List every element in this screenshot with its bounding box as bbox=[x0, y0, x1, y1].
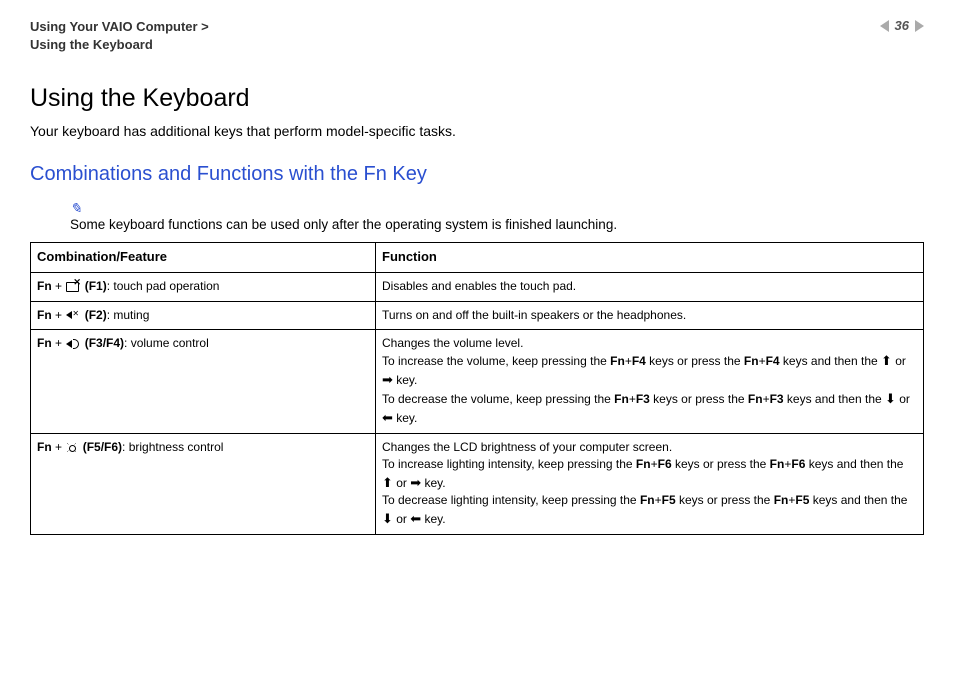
function-cell: Changes the LCD brightness of your compu… bbox=[376, 433, 924, 534]
fn-key-table: Combination/Feature Function Fn + (F1): … bbox=[30, 242, 924, 534]
fn-label: Fn bbox=[37, 336, 52, 350]
page-number: 36 bbox=[895, 18, 909, 33]
function-cell: Turns on and off the built-in speakers o… bbox=[376, 301, 924, 329]
breadcrumb-line-1: Using Your VAIO Computer > bbox=[30, 18, 209, 36]
table-row: Fn + (F2): muting Turns on and off the b… bbox=[31, 301, 924, 329]
feature-label: : touch pad operation bbox=[107, 279, 220, 293]
feature-label: : brightness control bbox=[122, 440, 223, 454]
mute-icon bbox=[66, 309, 80, 321]
volume-icon bbox=[66, 338, 80, 350]
fn-label: Fn bbox=[37, 440, 52, 454]
breadcrumb: Using Your VAIO Computer > Using the Key… bbox=[30, 18, 209, 54]
table-row: Fn + (F5/F6): brightness control Changes… bbox=[31, 433, 924, 534]
function-cell: Disables and enables the touch pad. bbox=[376, 273, 924, 301]
key-label: (F5/F6) bbox=[83, 440, 122, 454]
table-header-row: Combination/Feature Function bbox=[31, 243, 924, 273]
fn-label: Fn bbox=[37, 279, 52, 293]
key-label: (F3/F4) bbox=[85, 336, 124, 350]
note-text: Some keyboard functions can be used only… bbox=[70, 217, 924, 232]
combo-cell: Fn + (F1): touch pad operation bbox=[31, 273, 376, 301]
next-page-icon[interactable] bbox=[915, 20, 924, 32]
content-area: Using the Keyboard Your keyboard has add… bbox=[0, 54, 954, 534]
prev-page-icon[interactable] bbox=[880, 20, 889, 32]
table-row: Fn + (F3/F4): volume control Changes the… bbox=[31, 330, 924, 434]
key-label: (F1) bbox=[85, 279, 107, 293]
col-header-combination: Combination/Feature bbox=[31, 243, 376, 273]
note-block: ✎ Some keyboard functions can be used on… bbox=[70, 200, 924, 232]
page-title: Using the Keyboard bbox=[30, 84, 924, 113]
feature-label: : volume control bbox=[124, 336, 209, 350]
feature-label: : muting bbox=[107, 308, 150, 322]
note-icon: ✎ bbox=[70, 200, 924, 217]
combo-cell: Fn + (F2): muting bbox=[31, 301, 376, 329]
table-row: Fn + (F1): touch pad operation Disables … bbox=[31, 273, 924, 301]
breadcrumb-line-2: Using the Keyboard bbox=[30, 36, 209, 54]
col-header-function: Function bbox=[376, 243, 924, 273]
fn-label: Fn bbox=[37, 308, 52, 322]
section-heading: Combinations and Functions with the Fn K… bbox=[30, 163, 924, 186]
key-label: (F2) bbox=[85, 308, 107, 322]
brightness-icon bbox=[66, 442, 78, 454]
pager: 36 bbox=[880, 18, 924, 33]
touchpad-icon bbox=[66, 281, 80, 293]
combo-cell: Fn + (F3/F4): volume control bbox=[31, 330, 376, 434]
page-header: Using Your VAIO Computer > Using the Key… bbox=[0, 0, 954, 54]
combo-cell: Fn + (F5/F6): brightness control bbox=[31, 433, 376, 534]
function-cell: Changes the volume level.To increase the… bbox=[376, 330, 924, 434]
intro-text: Your keyboard has additional keys that p… bbox=[30, 123, 924, 139]
